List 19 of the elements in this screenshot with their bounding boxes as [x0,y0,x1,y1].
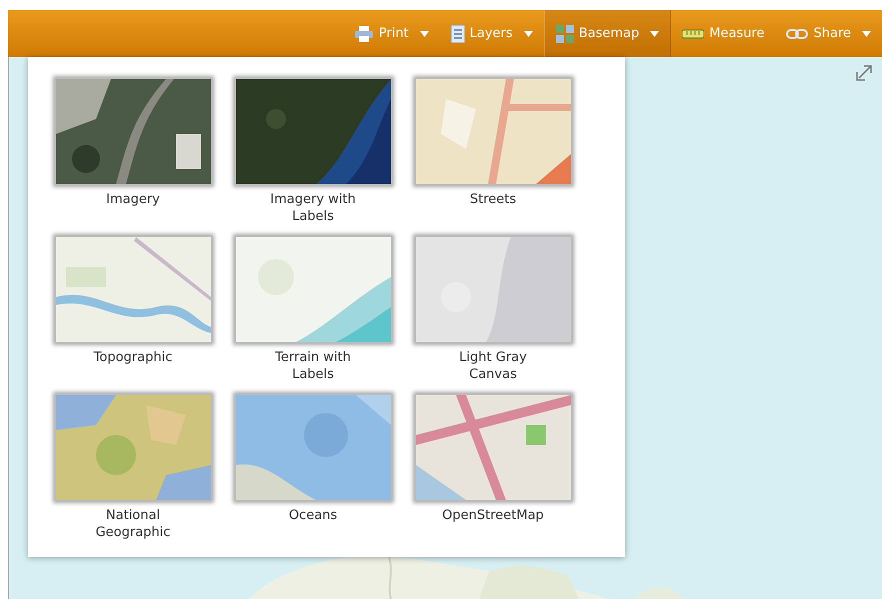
caret-icon [650,30,660,36]
caret-icon [524,30,533,36]
basemap-label[interactable]: Imagery with Labels [257,191,369,225]
basemap-label[interactable]: Light Gray Canvas [437,349,549,383]
expand-icon[interactable] [856,65,872,81]
basemap-label[interactable]: Imagery [106,191,160,208]
basemap-label[interactable]: Streets [470,191,516,208]
document-icon [450,24,465,42]
grid-icon [556,24,574,42]
ruler-icon [682,26,704,40]
basemap-label[interactable]: Topographic [94,349,172,366]
link-icon [786,28,808,38]
basemap-label[interactable]: OpenStreetMap [442,507,544,524]
caret-icon [862,30,871,36]
caret-icon [420,30,429,36]
printer-icon [354,26,374,42]
basemap-label[interactable]: Oceans [288,507,338,524]
basemap-label[interactable]: Terrain with Labels [257,349,369,383]
basemap-label[interactable]: National Geographic [77,507,189,541]
